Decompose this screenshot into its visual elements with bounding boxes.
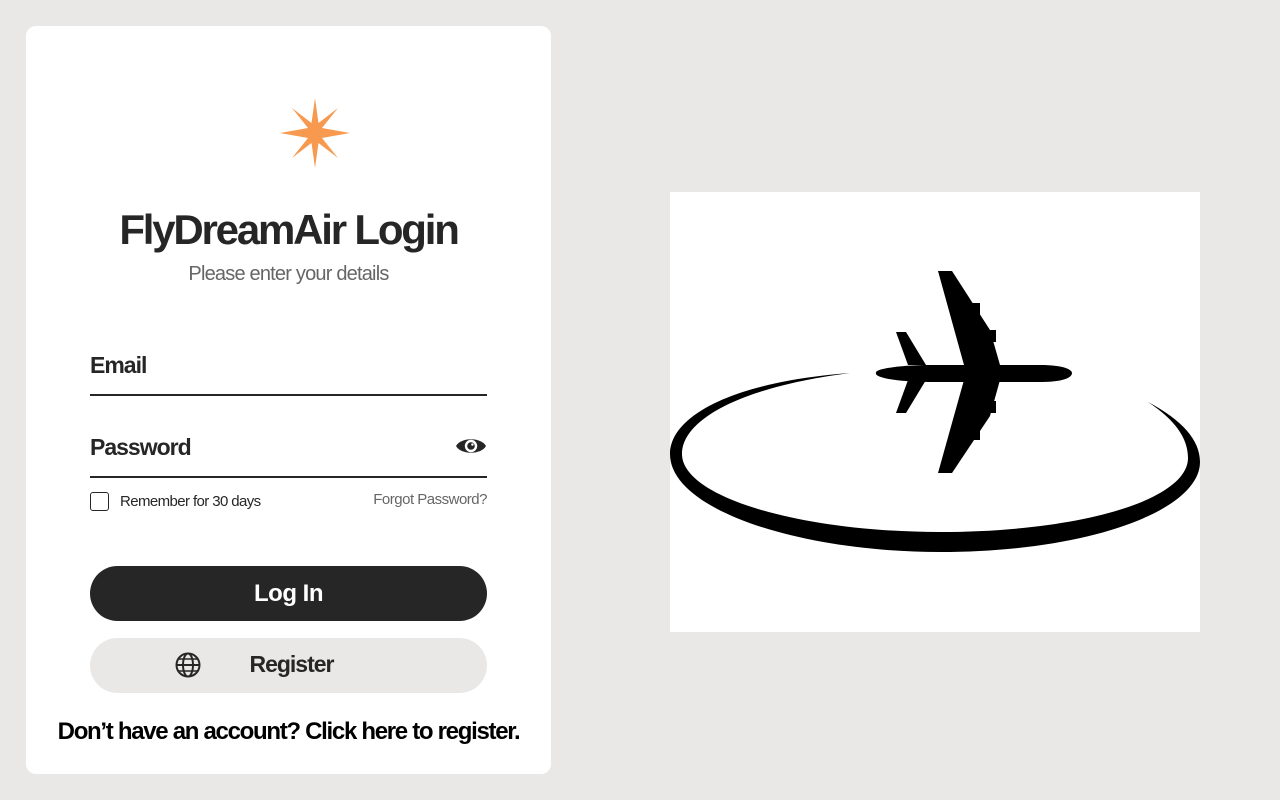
register-label: Register [249, 651, 334, 677]
forgot-password-link[interactable]: Forgot Password? [373, 491, 487, 508]
remember-checkbox[interactable] [90, 491, 109, 511]
remember-me[interactable]: Remember for 30 days [90, 490, 261, 512]
register-link[interactable]: Don’t have an account? Click here to reg… [26, 718, 551, 746]
remember-label: Remember for 30 days [120, 492, 261, 510]
login-button[interactable]: Log In [90, 566, 487, 621]
sparkle-star-icon [280, 98, 350, 168]
login-card: FlyDreamAir Login Please enter your deta… [26, 26, 551, 774]
eye-icon[interactable] [455, 434, 487, 458]
register-button[interactable]: Register [90, 638, 487, 693]
hero-illustration [670, 192, 1200, 632]
password-field[interactable]: Password [90, 428, 487, 478]
password-label: Password [90, 434, 192, 460]
page-subtitle: Please enter your details [188, 263, 389, 285]
page-title: FlyDreamAir Login [119, 206, 460, 253]
email-field[interactable]: Email [90, 346, 487, 396]
airplane-orbit-icon [670, 271, 1200, 552]
email-label: Email [90, 352, 147, 378]
